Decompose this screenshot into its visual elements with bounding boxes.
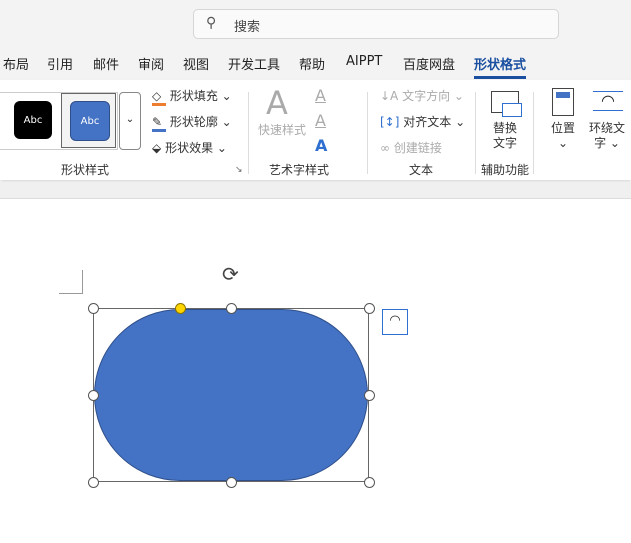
resize-handle-ne[interactable] xyxy=(364,303,375,314)
alt-text-label-2: 文字 xyxy=(493,136,518,150)
text-direction-button[interactable]: ↓A 文字方向 ⌄ xyxy=(380,87,464,104)
gallery-more-button[interactable]: ⌄ xyxy=(119,92,141,150)
paint-bucket-icon: ◇ xyxy=(152,89,166,106)
tab-layout[interactable]: 布局 xyxy=(3,54,29,73)
shape-fill-button[interactable]: ◇ 形状填充 ⌄ xyxy=(152,87,232,106)
shape-fill-label: 形状填充 xyxy=(169,89,218,103)
separator xyxy=(533,92,534,174)
swatch-label: Abc xyxy=(80,115,100,127)
ribbon-bottom-band xyxy=(0,182,631,198)
rounded-rectangle-shape[interactable] xyxy=(94,309,368,481)
swatch-label: Abc xyxy=(23,114,43,126)
align-text-label: 对齐文本 xyxy=(403,115,452,129)
page-top-edge xyxy=(0,198,631,199)
group-label-text: 文本 xyxy=(409,163,434,177)
alt-text-button[interactable]: 替换 文字 xyxy=(493,121,517,151)
position-label: 位置 xyxy=(551,121,576,135)
tab-review[interactable]: 审阅 xyxy=(138,54,164,73)
tab-developer[interactable]: 开发工具 xyxy=(228,54,280,73)
resize-handle-sw[interactable] xyxy=(88,477,99,488)
create-link-button[interactable]: ∞ 创建链接 xyxy=(380,139,442,156)
quick-styles-icon: A xyxy=(266,84,288,122)
alt-text-icon xyxy=(491,91,522,117)
resize-handle-se[interactable] xyxy=(364,477,375,488)
shape-outline-button[interactable]: ✎ 形状轮廓 ⌄ xyxy=(152,113,232,132)
text-direction-icon: ↓A xyxy=(380,89,399,103)
create-link-label: 创建链接 xyxy=(393,141,442,155)
pen-icon: ✎ xyxy=(152,115,166,132)
shape-effects-label: 形状效果 xyxy=(165,141,214,155)
resize-handle-e[interactable] xyxy=(364,390,375,401)
tab-references[interactable]: 引用 xyxy=(47,54,73,73)
position-button[interactable]: 位置 ⌄ xyxy=(551,121,575,151)
wrap-text-button[interactable]: 环绕文字 ⌄ xyxy=(589,121,625,151)
search-placeholder: 搜索 xyxy=(234,20,261,35)
wrap-text-label-2: 字 xyxy=(594,136,607,150)
group-label-accessibility: 辅助功能 xyxy=(481,163,530,177)
tab-shape-format[interactable]: 形状格式 xyxy=(474,54,527,79)
tab-help[interactable]: 帮助 xyxy=(299,54,325,73)
align-text-icon: [↕] xyxy=(380,115,400,129)
text-fill-icon[interactable]: A xyxy=(315,86,326,105)
wrap-text-icon: ◠ xyxy=(593,91,623,111)
text-effects-icon[interactable]: A xyxy=(315,136,327,155)
eraser-icon: ⬙ xyxy=(152,141,162,155)
search-box[interactable]: ⚲ 搜索 xyxy=(193,9,559,39)
tab-mailings[interactable]: 邮件 xyxy=(93,54,119,73)
group-label-wordart: 艺术字样式 xyxy=(269,163,330,177)
resize-handle-nw[interactable] xyxy=(88,303,99,314)
layout-options-icon[interactable]: ◠ xyxy=(382,309,408,335)
resize-handle-n[interactable] xyxy=(226,303,237,314)
align-text-button[interactable]: [↕] 对齐文本 ⌄ xyxy=(380,113,465,130)
margin-corner-mark xyxy=(59,270,83,294)
tab-baidu[interactable]: 百度网盘 xyxy=(403,54,455,73)
quick-styles-button[interactable]: 快速样式 xyxy=(258,121,306,138)
tab-aippt[interactable]: AIPPT xyxy=(346,54,382,69)
separator xyxy=(475,92,476,174)
text-outline-icon[interactable]: A xyxy=(315,111,326,130)
search-icon: ⚲ xyxy=(206,15,217,31)
style-swatch-black[interactable]: Abc xyxy=(14,101,52,139)
dialog-launcher-icon[interactable]: ↘ xyxy=(235,165,243,175)
rotate-handle-icon[interactable]: ⟳ xyxy=(222,262,239,286)
separator xyxy=(248,92,249,174)
resize-handle-w[interactable] xyxy=(88,390,99,401)
group-label-shape-styles: 形状样式 xyxy=(61,163,110,177)
shape-effects-button[interactable]: ⬙ 形状效果 ⌄ xyxy=(152,139,227,156)
alt-text-label-1: 替换 xyxy=(493,121,518,135)
adjustment-handle[interactable] xyxy=(175,303,186,314)
position-icon xyxy=(552,88,574,116)
text-direction-label: 文字方向 xyxy=(402,89,451,103)
separator xyxy=(367,92,368,174)
tab-view[interactable]: 视图 xyxy=(183,54,209,73)
link-icon: ∞ xyxy=(380,141,390,155)
resize-handle-s[interactable] xyxy=(226,477,237,488)
shape-outline-label: 形状轮廓 xyxy=(169,115,218,129)
style-swatch-blue[interactable]: Abc xyxy=(70,101,110,141)
wrap-text-label-1: 环绕文 xyxy=(589,121,626,135)
